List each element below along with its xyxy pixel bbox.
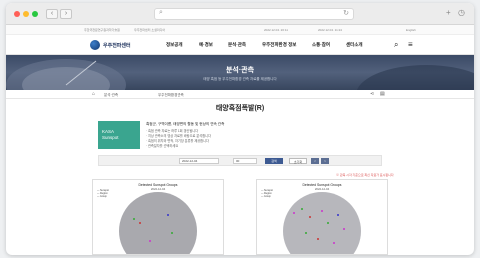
legend-item: — Group [261, 195, 271, 198]
date-select[interactable]: 2022-12-04 [179, 158, 219, 164]
clock-icon[interactable]: ◷ [458, 8, 465, 17]
menu-item-4[interactable]: 우주전파환경 정보 [262, 42, 296, 48]
chevron-left-icon[interactable]: ‹ [46, 9, 58, 19]
page-title: 태양흑점폭발(R) [215, 105, 265, 112]
close-window-icon[interactable] [14, 11, 20, 17]
breadcrumb-item-1[interactable]: 분석·관측 [104, 93, 118, 98]
logo-text[interactable]: 우주전파센터 [103, 42, 131, 49]
print-icon[interactable]: ▤ [380, 91, 385, 97]
info-badge-line-1: KASA [102, 129, 115, 134]
menu-item-2[interactable]: 예·경보 [199, 42, 213, 48]
filter-bar: 2022-12-04 00 검색 초기화 < > [98, 155, 382, 166]
reset-button[interactable]: 초기화 [289, 158, 307, 164]
utility-link-2[interactable]: 우주전파센터 소셜미디어 [134, 28, 165, 32]
maximize-window-icon[interactable] [32, 11, 38, 17]
browser-window: ‹ › ⌕ ↻ + ◷ 주한국천문연구원과학기술원 우주전파센터 소셜미디어 2… [6, 3, 474, 255]
solar-disk-image [283, 192, 361, 254]
home-icon[interactable]: ⌂ [92, 91, 95, 97]
site-header: 우주전파센터 정보공개 예·경보 분석·관측 우주전파환경 정보 소통·참여 센… [6, 35, 474, 55]
menu-item-1[interactable]: 정보공개 [166, 42, 183, 48]
info-badge-line-2: Sunspot [102, 135, 119, 140]
plot-subtitle: 2022-12-04 [150, 187, 166, 191]
chevron-right-icon[interactable]: › [60, 9, 72, 19]
search-icon[interactable]: ⌕ [394, 40, 398, 50]
banner-title: 분석·관측 [225, 67, 255, 74]
sunspot-plot-1[interactable]: Detected Sunspot Groups 2022-12-04 — Sun… [92, 179, 224, 255]
plot-legend: — Sunspot — Region — Group [97, 189, 109, 198]
hamburger-menu-icon[interactable]: ≡ [408, 40, 413, 49]
info-badge: KASA Sunspot [98, 121, 140, 149]
utility-date-2: 2022.12.04. 11:24 [318, 28, 342, 32]
banner-subtitle: 태양 흑점 등 우주전파환경 관측 자료를 제공합니다 [203, 77, 277, 81]
utility-link-1[interactable]: 주한국천문연구원과학기술원 [84, 28, 120, 32]
breadcrumb-item-2[interactable]: 우주전파환경관측 [158, 93, 184, 98]
plot-legend: — Sunspot — Region — Group [261, 189, 273, 198]
share-icon[interactable]: ⋖ [370, 91, 374, 97]
search-icon: ⌕ [159, 9, 163, 16]
search-button[interactable]: 검색 [265, 158, 283, 164]
menu-item-6[interactable]: 센터소개 [346, 42, 363, 48]
notice-text: ※ 관측 시각 기준으로 최신 자료가 표시됩니다 [336, 173, 394, 177]
hero-banner: 분석·관측 태양 흑점 등 우주전파환경 관측 자료를 제공합니다 [6, 55, 474, 90]
browser-toolbar: ‹ › ⌕ ↻ + ◷ [6, 3, 474, 25]
legend-item: — Group [97, 195, 107, 198]
minimize-window-icon[interactable] [23, 11, 29, 17]
plot-subtitle: 2022-12-04 [314, 187, 330, 191]
utility-bar: 주한국천문연구원과학기술원 우주전파센터 소셜미디어 2022.12.04. 2… [6, 25, 474, 35]
reload-icon[interactable]: ↻ [343, 9, 349, 17]
prev-button[interactable]: < [311, 158, 319, 164]
url-bar[interactable]: ⌕ ↻ [154, 8, 354, 20]
info-lead: 흑점군, 구역이름, 태양면의 활동 및 현상의 연속 관측 [146, 122, 225, 126]
menu-item-3[interactable]: 분석·관측 [228, 42, 246, 48]
menu-item-5[interactable]: 소통·참여 [312, 42, 330, 48]
solar-disk-image [119, 192, 197, 254]
utility-date-1: 2022.12.04. 20:11 [264, 28, 288, 32]
plus-icon[interactable]: + [446, 8, 451, 17]
sunspot-plot-2[interactable]: Detected Sunspot Groups 2022-12-04 — Sun… [256, 179, 388, 255]
time-select[interactable]: 00 [233, 158, 257, 164]
next-button[interactable]: > [321, 158, 329, 164]
info-line-4: · 관측일자를 선택하세요 [146, 144, 179, 148]
language-link[interactable]: English [406, 28, 416, 32]
logo-icon[interactable] [90, 40, 100, 50]
breadcrumb: ⌂ 분석·관측 우주전파환경관측 ⋖ ▤ [6, 90, 474, 99]
